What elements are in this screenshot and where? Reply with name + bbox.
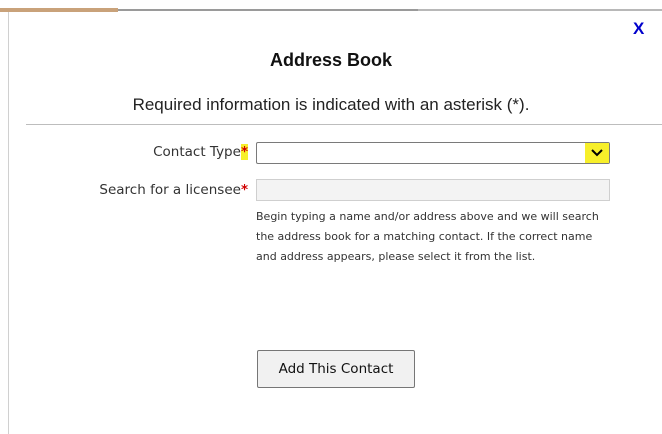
chevron-down-icon[interactable] bbox=[585, 143, 609, 163]
divider bbox=[26, 124, 662, 125]
required-asterisk: * bbox=[240, 182, 248, 198]
close-icon[interactable]: X bbox=[633, 20, 644, 37]
contact-type-label: Contact Type* bbox=[80, 144, 248, 160]
search-help-text: Begin typing a name and/or address above… bbox=[256, 210, 599, 263]
dialog-title: Address Book bbox=[269, 50, 393, 70]
top-strip-segment bbox=[118, 9, 418, 11]
required-info-note: Required information is indicated with a… bbox=[132, 95, 530, 114]
top-strip bbox=[0, 0, 662, 12]
contact-type-label-text: Contact Type bbox=[153, 144, 241, 160]
add-contact-button[interactable]: Add This Contact bbox=[257, 350, 415, 388]
search-licensee-input[interactable] bbox=[256, 179, 610, 201]
search-licensee-label-text: Search for a licensee bbox=[99, 182, 241, 198]
contact-type-select[interactable] bbox=[256, 142, 610, 164]
search-licensee-label: Search for a licensee* bbox=[40, 182, 248, 198]
required-asterisk: * bbox=[240, 144, 248, 160]
top-strip-segment bbox=[418, 9, 662, 11]
